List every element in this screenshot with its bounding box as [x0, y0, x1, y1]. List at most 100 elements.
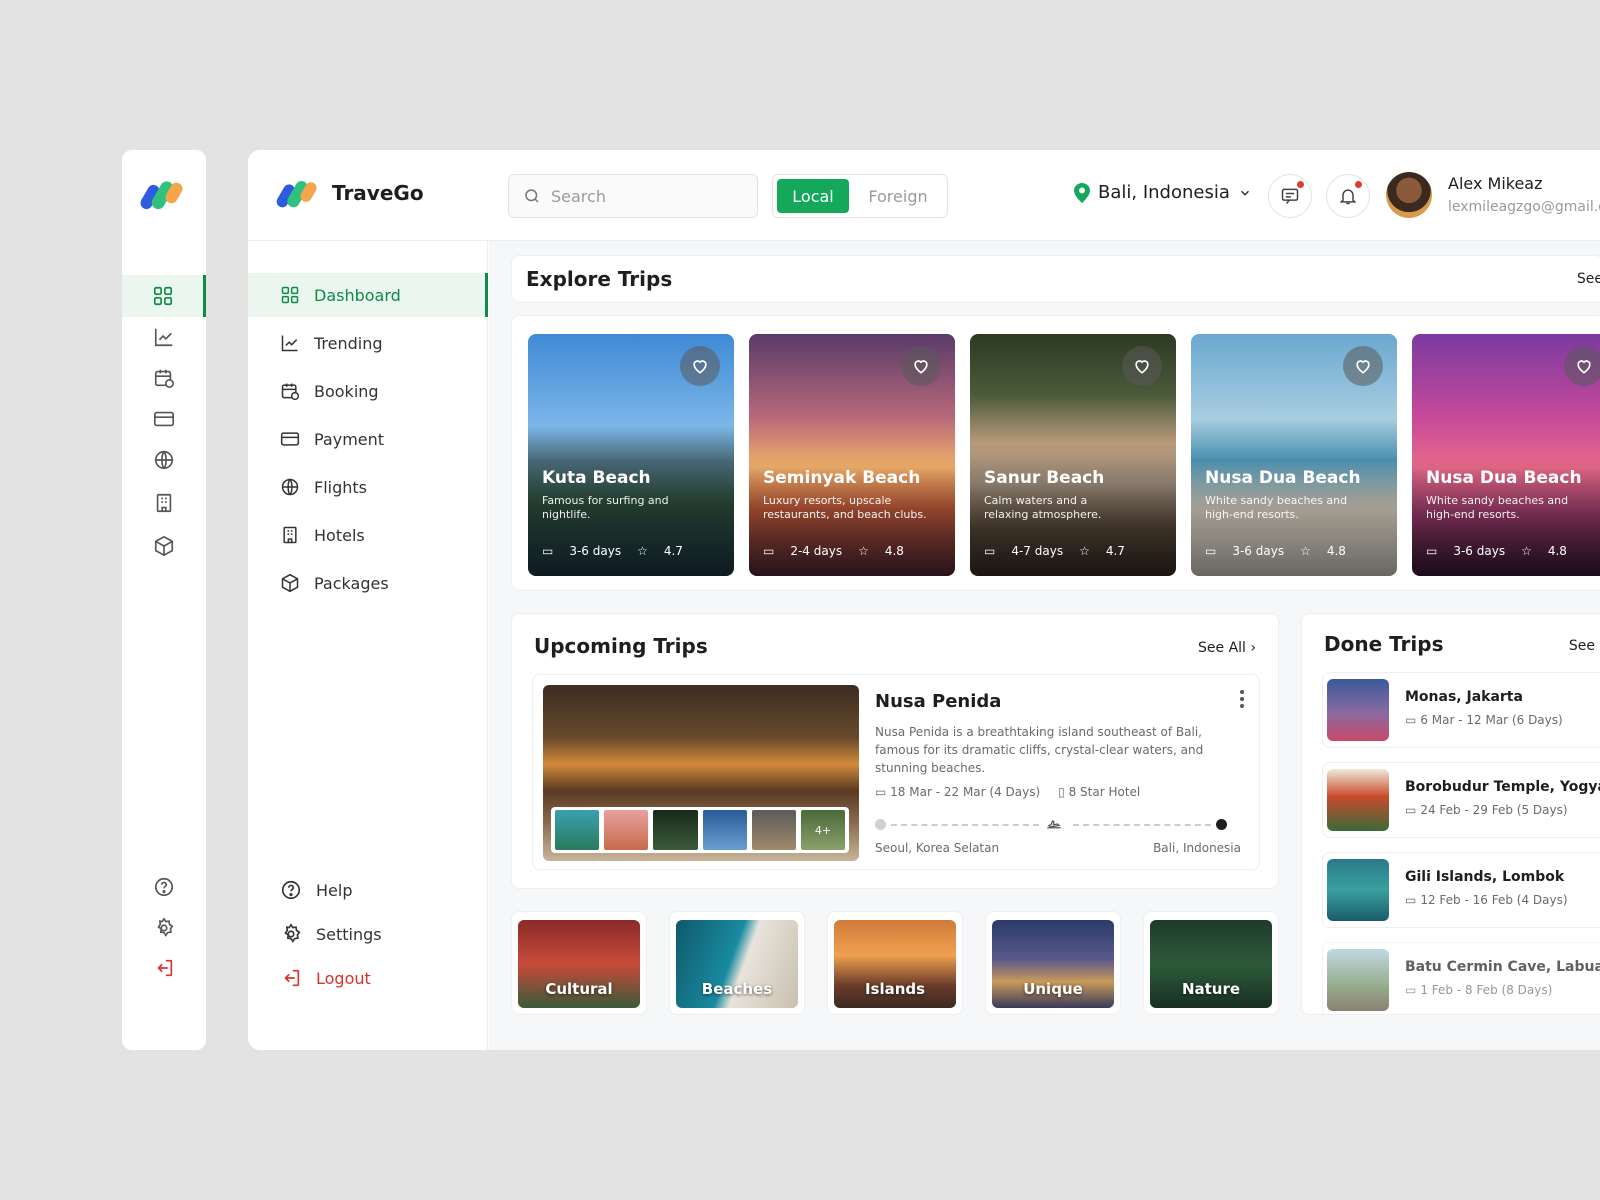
more-options-icon[interactable]: [1239, 689, 1245, 709]
category-card-nature[interactable]: Nature: [1143, 911, 1279, 1015]
sidebar-item-label: Trending: [314, 333, 383, 353]
star-icon: ☆: [1079, 544, 1090, 558]
category-card-unique[interactable]: Unique: [985, 911, 1121, 1015]
favorite-button[interactable]: [1343, 346, 1383, 386]
rail-help-icon[interactable]: [122, 866, 206, 908]
rail-trending-icon[interactable]: [122, 316, 206, 358]
done-trip-item[interactable]: Batu Cermin Cave, Labuan.. ▭1 Feb - 8 Fe…: [1322, 942, 1600, 1014]
route-line: [1073, 824, 1211, 826]
explore-see-all-link[interactable]: See: [1577, 271, 1600, 287]
hotel-icon: ▯: [1058, 785, 1065, 799]
more-photos-thumbnail[interactable]: 4+: [800, 810, 846, 850]
user-info[interactable]: Alex Mikeaz lexmileagzgo@gmail.co: [1448, 174, 1600, 215]
route-line: [891, 824, 1039, 826]
section-title: Done Trips: [1324, 632, 1444, 656]
main-content: Explore Trips See Kuta Beach Famous for …: [489, 241, 1600, 1050]
sidebar-item-help[interactable]: Help: [248, 868, 488, 912]
sidebar-item-dashboard[interactable]: Dashboard: [248, 273, 488, 317]
done-trips-panel: Done Trips See Monas, Jakarta ▭ 6 Mar - 1…: [1301, 613, 1600, 1015]
rail-hotels-icon[interactable]: [122, 482, 206, 524]
trip-card[interactable]: Kuta Beach Famous for surfing and nightl…: [528, 334, 734, 576]
search-box[interactable]: [508, 174, 758, 218]
calendar-icon: ▭: [1405, 983, 1417, 997]
rail-packages-icon[interactable]: [122, 525, 206, 567]
sidebar-item-logout[interactable]: Logout: [248, 956, 488, 1000]
sidebar-item-label: Help: [316, 880, 353, 900]
sidebar-item-trending[interactable]: Trending: [248, 321, 488, 365]
heart-icon: [914, 360, 928, 374]
category-card-islands[interactable]: Islands: [827, 911, 963, 1015]
toggle-foreign[interactable]: Foreign: [853, 179, 943, 213]
toggle-local[interactable]: Local: [777, 179, 849, 213]
search-input[interactable]: [551, 186, 731, 206]
done-trip-item[interactable]: Gili Islands, Lombok ▭ 12 Feb - 16 Feb (4…: [1322, 852, 1600, 928]
sidebar-item-packages[interactable]: Packages: [248, 561, 488, 605]
done-trip-item[interactable]: Monas, Jakarta ▭ 6 Mar - 12 Mar (6 Days): [1322, 672, 1600, 748]
notifications-button[interactable]: [1326, 174, 1370, 218]
photo-thumbnail[interactable]: [604, 810, 649, 850]
messages-button[interactable]: [1268, 174, 1312, 218]
calendar-icon: ▭: [1405, 713, 1417, 727]
sidebar-item-settings[interactable]: Settings: [248, 912, 488, 956]
rail-flights-icon[interactable]: [122, 439, 206, 481]
sidebar-item-hotels[interactable]: Hotels: [248, 513, 488, 557]
app-window: TraveGo Local Foreign Bali, Indonesia Al…: [248, 150, 1600, 1050]
photo-thumbnail[interactable]: [653, 810, 698, 850]
done-trip-item[interactable]: Borobudur Temple, Yogya.. ▭ 24 Feb - 29 F…: [1322, 762, 1600, 838]
trip-card[interactable]: Nusa Dua Beach White sandy beaches and h…: [1191, 334, 1397, 576]
brand[interactable]: TraveGo: [276, 174, 424, 212]
photo-thumbnail[interactable]: [702, 810, 747, 850]
sidebar-item-payment[interactable]: Payment: [248, 417, 488, 461]
trip-card[interactable]: Nusa Dua Beach White sandy beaches and h…: [1412, 334, 1600, 576]
category-card-cultural[interactable]: Cultural: [511, 911, 647, 1015]
rail-booking-icon[interactable]: [122, 357, 206, 399]
favorite-button[interactable]: [680, 346, 720, 386]
rail-logout-icon[interactable]: [122, 947, 206, 989]
trip-rating: 4.8: [1326, 544, 1346, 558]
rail-dashboard-icon[interactable]: [122, 275, 206, 317]
category-label: Beaches: [676, 920, 798, 1008]
rail-settings-icon[interactable]: [122, 907, 206, 949]
upcoming-trips-panel: Upcoming Trips See All › 4+ Nusa Penida: [511, 613, 1279, 889]
done-see-all-link[interactable]: See: [1569, 638, 1595, 654]
done-trip-name: Borobudur Temple, Yogya..: [1405, 779, 1600, 795]
calendar-icon: ▭: [763, 544, 775, 558]
done-trip-thumbnail: [1327, 949, 1389, 1011]
trip-rating: 4.8: [884, 544, 904, 558]
sidebar-item-label: Payment: [314, 429, 385, 449]
category-card-beaches[interactable]: Beaches: [669, 911, 805, 1015]
sidebar: Dashboard Trending Booking Payment Fligh…: [248, 241, 488, 1050]
heart-icon: [693, 360, 707, 374]
trip-meta: ▭ 18 Mar - 22 Mar (4 Days) ▯ 8 Star Hote…: [875, 785, 1140, 799]
favorite-button[interactable]: [1122, 346, 1162, 386]
gear-icon: [284, 923, 301, 943]
trip-name: Nusa Dua Beach: [1426, 468, 1582, 488]
location-selector[interactable]: Bali, Indonesia: [1074, 182, 1252, 203]
heart-icon: [1577, 360, 1591, 374]
avatar[interactable]: [1386, 172, 1432, 218]
done-trip-thumbnail: [1327, 769, 1389, 831]
rail-payment-icon[interactable]: [122, 398, 206, 440]
upcoming-see-all-link[interactable]: See All ›: [1198, 640, 1256, 656]
star-icon: ☆: [1300, 544, 1311, 558]
sidebar-item-label: Dashboard: [314, 285, 401, 305]
category-label: Islands: [834, 920, 956, 1008]
trip-description: Nusa Penida is a breathtaking island sou…: [875, 725, 1204, 775]
favorite-button[interactable]: [1564, 346, 1600, 386]
trip-card[interactable]: Sanur Beach Calm waters and a relaxing a…: [970, 334, 1176, 576]
done-trip-dates: 6 Mar - 12 Mar (6 Days): [1420, 713, 1563, 727]
sidebar-item-label: Settings: [316, 924, 382, 944]
photo-thumbnail[interactable]: [751, 810, 796, 850]
trip-scope-toggle: Local Foreign: [772, 174, 948, 218]
trip-card[interactable]: Seminyak Beach Luxury resorts, upscale r…: [749, 334, 955, 576]
favorite-button[interactable]: [901, 346, 941, 386]
app-logo-icon[interactable]: [140, 174, 188, 214]
upcoming-trip-card[interactable]: 4+ Nusa Penida Nusa Penida is a breathta…: [532, 674, 1260, 870]
category-label: Unique: [992, 920, 1114, 1008]
trip-rating: 4.7: [1105, 544, 1125, 558]
sidebar-item-flights[interactable]: Flights: [248, 465, 488, 509]
photo-thumbnail[interactable]: [555, 810, 600, 850]
sidebar-item-booking[interactable]: Booking: [248, 369, 488, 413]
logout-icon: [284, 969, 300, 987]
wallet-icon: [280, 432, 300, 446]
